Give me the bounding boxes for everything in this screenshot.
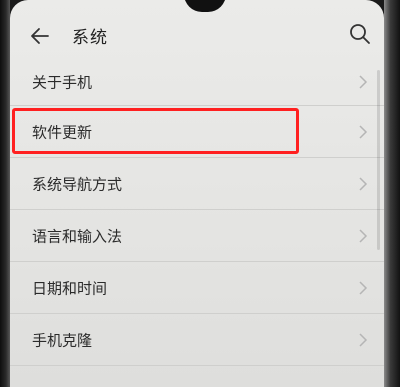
- scrollbar[interactable]: [377, 70, 380, 250]
- settings-item-label: 系统导航方式: [32, 175, 123, 193]
- app-header: 系统: [10, 14, 384, 58]
- chevron-right-icon: [359, 176, 368, 191]
- phone-bezel-left: [0, 0, 10, 387]
- settings-list: 关于手机 软件更新 系统导航方式 语言和输入法 日期和时间 手机克隆: [10, 58, 384, 366]
- settings-item-label: 关于手机: [32, 73, 93, 91]
- settings-item-about-phone[interactable]: 关于手机: [10, 58, 384, 106]
- arrow-left-icon[interactable]: [28, 24, 52, 48]
- chevron-right-icon: [359, 280, 368, 295]
- page-title: 系统: [72, 28, 108, 48]
- chevron-right-icon: [359, 74, 368, 89]
- settings-item-label: 语言和输入法: [32, 227, 123, 245]
- camera-notch: [184, 0, 226, 12]
- phone-bezel-right: [384, 0, 400, 387]
- settings-screen: 系统 关于手机 软件更新 系统导航方式 语言和输入法 日期和时间 手机克隆: [10, 0, 384, 387]
- highlight-box: [12, 108, 299, 154]
- settings-item-language-input[interactable]: 语言和输入法: [10, 210, 384, 262]
- search-icon[interactable]: [348, 22, 372, 46]
- settings-item-date-time[interactable]: 日期和时间: [10, 262, 384, 314]
- chevron-right-icon: [359, 332, 368, 347]
- settings-item-label: 日期和时间: [32, 279, 108, 297]
- settings-item-phone-clone[interactable]: 手机克隆: [10, 314, 384, 366]
- settings-item-system-navigation[interactable]: 系统导航方式: [10, 158, 384, 210]
- chevron-right-icon: [359, 124, 368, 139]
- chevron-right-icon: [359, 228, 368, 243]
- phone-screenshot: 系统 关于手机 软件更新 系统导航方式 语言和输入法 日期和时间 手机克隆: [0, 0, 400, 387]
- settings-item-label: 手机克隆: [32, 331, 93, 349]
